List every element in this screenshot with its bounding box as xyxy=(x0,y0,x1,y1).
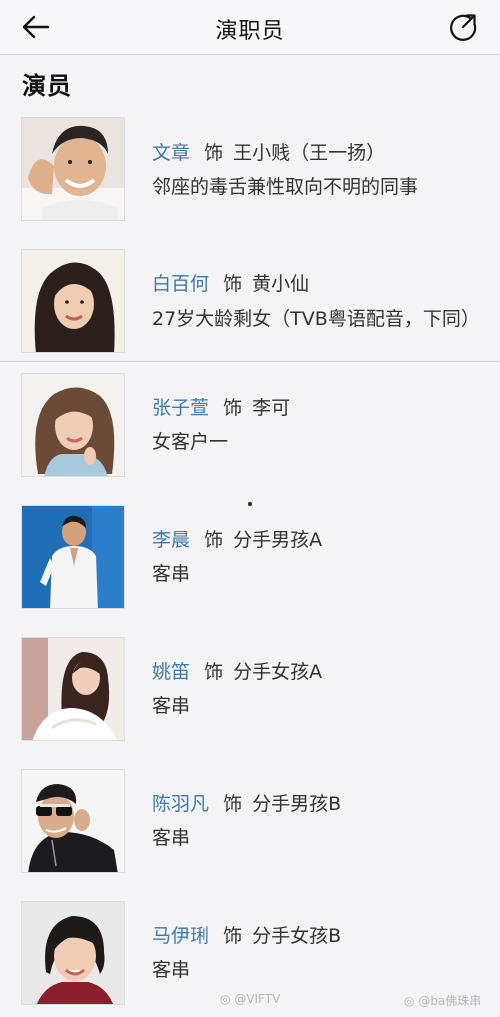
cast-item-1[interactable]: 文章 饰 王小贱（王一扬） 邻座的毒舌兼性取向不明的同事 xyxy=(0,112,500,232)
cast-item-5[interactable]: 姚笛 饰 分手女孩A 客串 xyxy=(0,633,500,753)
section-title-actors: 演员 xyxy=(22,72,72,100)
cast-screen: 演职员 演员 文章 饰 王小贱（王一扬） 邻座的毒舌兼性取向不明的同事 白百何 … xyxy=(0,0,500,1017)
role-name: 分手女孩A xyxy=(233,661,323,683)
role-name: 李可 xyxy=(252,397,291,419)
name-line: 文章 饰 王小贱（王一扬） xyxy=(152,138,385,165)
actor-photo xyxy=(21,901,125,1005)
weibo-icon: ◎ xyxy=(220,992,231,1006)
name-line: 马伊琍 饰 分手女孩B xyxy=(152,921,341,948)
actor-photo xyxy=(21,373,125,477)
role-description: 客串 xyxy=(152,827,191,849)
watermark-left: ◎ @VIFTV xyxy=(220,992,281,1006)
name-line: 姚笛 饰 分手女孩A xyxy=(152,657,322,684)
actor-name[interactable]: 姚笛 xyxy=(152,661,190,683)
actor-name[interactable]: 张子萱 xyxy=(152,397,209,419)
role-prefix: 饰 xyxy=(223,273,243,295)
name-line: 白百何 饰 黄小仙 xyxy=(152,269,309,296)
cast-item-3[interactable]: 张子萱 饰 李可 女客户一 xyxy=(0,369,500,489)
watermark-right: ◎ @ba佛珠串 xyxy=(404,994,482,1008)
actor-name[interactable]: 马伊琍 xyxy=(152,925,209,947)
role-name: 分手女孩B xyxy=(252,925,342,947)
navbar: 演职员 xyxy=(0,0,500,55)
role-description: 客串 xyxy=(152,695,191,717)
role-prefix: 饰 xyxy=(204,661,224,683)
role-description: 客串 xyxy=(152,563,191,585)
name-line: 李晨 饰 分手男孩A xyxy=(152,525,322,552)
role-name: 王小贱（王一扬） xyxy=(233,142,386,164)
actor-photo xyxy=(21,769,125,873)
actor-photo xyxy=(21,637,125,741)
role-description: 邻座的毒舌兼性取向不明的同事 xyxy=(152,176,419,198)
cast-item-2[interactable]: 白百何 饰 黄小仙 27岁大龄剩女（TVB粤语配音，下同） xyxy=(0,244,500,362)
actor-photo xyxy=(21,249,125,353)
role-prefix: 饰 xyxy=(204,142,224,164)
actor-name[interactable]: 李晨 xyxy=(152,529,190,551)
weibo-icon: ◎ xyxy=(404,994,415,1008)
actor-photo xyxy=(21,505,125,609)
share-external-icon[interactable] xyxy=(446,10,480,44)
role-prefix: 饰 xyxy=(223,793,243,815)
actor-photo xyxy=(21,117,125,221)
role-prefix: 饰 xyxy=(223,925,243,947)
cast-item-4[interactable]: 李晨 饰 分手男孩A 客串 xyxy=(0,501,500,621)
role-prefix: 饰 xyxy=(204,529,224,551)
role-prefix: 饰 xyxy=(223,397,243,419)
cast-item-6[interactable]: 陈羽凡 饰 分手男孩B 客串 xyxy=(0,765,500,885)
page-title: 演职员 xyxy=(215,19,285,44)
name-line: 陈羽凡 饰 分手男孩B xyxy=(152,789,341,816)
actor-name[interactable]: 白百何 xyxy=(152,273,209,295)
actor-name[interactable]: 陈羽凡 xyxy=(152,793,209,815)
role-name: 分手男孩A xyxy=(233,529,323,551)
role-name: 黄小仙 xyxy=(252,273,310,295)
name-line: 张子萱 饰 李可 xyxy=(152,393,290,420)
role-description: 女客户一 xyxy=(152,431,229,453)
divider xyxy=(0,361,500,362)
role-name: 分手男孩B xyxy=(252,793,342,815)
stray-dot xyxy=(248,502,252,506)
role-description: 客串 xyxy=(152,959,191,981)
actor-name[interactable]: 文章 xyxy=(152,142,190,164)
role-description: 27岁大龄剩女（TVB粤语配音，下同） xyxy=(152,308,480,330)
